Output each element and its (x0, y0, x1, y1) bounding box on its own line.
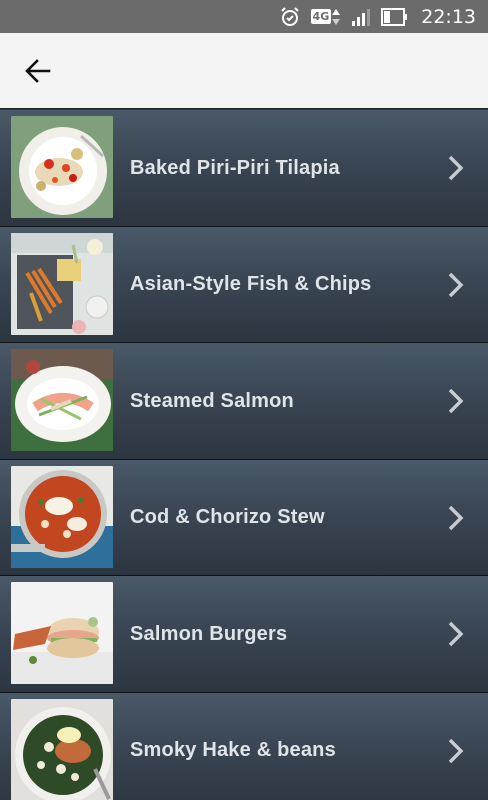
chevron-right-icon (448, 738, 464, 764)
network-arrows-icon (332, 8, 341, 25)
arrow-left-icon (25, 59, 51, 83)
status-time: 22:13 (421, 5, 476, 28)
recipe-title: Steamed Salmon (130, 389, 294, 412)
recipe-row-salmon-burgers[interactable]: Salmon Burgers (0, 576, 488, 693)
recipe-thumbnail (11, 698, 113, 800)
recipe-row-cod-chorizo-stew[interactable]: Cod & Chorizo Stew (0, 459, 488, 577)
recipe-thumbnail (11, 232, 113, 335)
chevron-right-icon (448, 622, 464, 647)
recipe-title: Baked Piri-Piri Tilapia (130, 156, 340, 179)
recipe-row-baked-piri-piri-tilapia[interactable]: Baked Piri-Piri Tilapia (0, 110, 488, 227)
back-button[interactable] (16, 49, 60, 93)
recipe-row-smoky-hake-beans[interactable]: Smoky Hake & beans (0, 692, 488, 800)
chevron-right-icon (448, 505, 464, 530)
network-4g-badge: 4G (310, 9, 332, 24)
recipe-title: Salmon Burgers (130, 622, 288, 645)
battery-icon (381, 7, 409, 26)
chevron-right-icon (448, 155, 464, 181)
recipe-title: Cod & Chorizo Stew (130, 506, 325, 529)
recipe-title: Smoky Hake & beans (130, 739, 336, 762)
chevron-right-icon (448, 388, 464, 414)
recipe-thumbnail (11, 116, 113, 218)
recipe-thumbnail (11, 465, 113, 568)
recipe-row-steamed-salmon[interactable]: Steamed Salmon (0, 343, 488, 460)
recipe-thumbnail (11, 349, 113, 452)
alarm-icon (279, 6, 301, 28)
network-type-indicator: 4G (310, 7, 342, 27)
recipe-thumbnail (11, 582, 113, 685)
recipe-row-asian-style-fish-chips[interactable]: Asian-Style Fish & Chips (0, 226, 488, 344)
app-bar (0, 33, 488, 109)
chevron-right-icon (448, 272, 464, 297)
signal-icon (351, 7, 371, 27)
recipe-title: Asian-Style Fish & Chips (130, 273, 372, 296)
status-bar: 4G 22:13 (0, 0, 488, 33)
recipe-list: Baked Piri-Piri Tilapia Asian-Style Fish… (0, 110, 488, 800)
